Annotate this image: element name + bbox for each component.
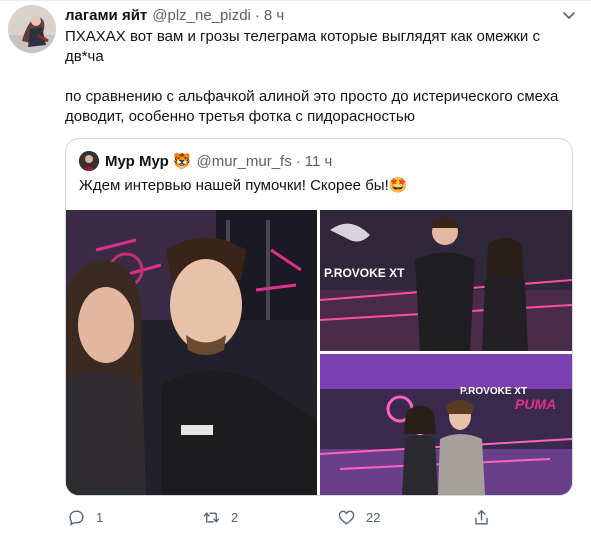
media-photo-2[interactable]: P.ROVOKE XT xyxy=(320,210,572,351)
media-grid: P.ROVOKE XT P.ROVOKE XT PUMA xyxy=(66,210,572,495)
author-name[interactable]: лагами яйт xyxy=(65,7,147,24)
tiger-emoji-icon: 🐯 xyxy=(172,153,192,170)
quoted-tweet-header: Мур Мур 🐯 @mur_mur_fs · 11 ч xyxy=(79,151,332,171)
like-count: 22 xyxy=(366,509,381,525)
media-photo-3[interactable]: P.ROVOKE XT PUMA xyxy=(320,354,572,495)
quoted-tweet-text: Ждем интервью нашей пумочки! Скорее бы!🤩 xyxy=(79,176,407,196)
reply-icon xyxy=(69,509,84,525)
avatar-image xyxy=(8,5,56,53)
tweet-paragraph: ПХАХАХ вот вам и грозы телеграма которые… xyxy=(65,28,545,65)
quoted-author-handle: @mur_mur_fs xyxy=(196,152,292,170)
separator-dot: · xyxy=(295,152,301,170)
author-handle[interactable]: @plz_ne_pizdi xyxy=(152,7,251,24)
like-button[interactable]: 22 xyxy=(337,504,380,530)
share-button[interactable] xyxy=(472,504,491,530)
tweet-text: ПХАХАХ вот вам и грозы телеграма которые… xyxy=(65,27,575,127)
quoted-author-avatar xyxy=(79,151,99,171)
reply-button[interactable]: 1 xyxy=(67,504,103,530)
quoted-author-name: Мур Мур xyxy=(105,152,169,170)
top-divider xyxy=(0,0,591,1)
like-icon xyxy=(338,510,355,525)
quoted-tweet[interactable]: Мур Мур 🐯 @mur_mur_fs · 11 ч Ждем интерв… xyxy=(65,138,573,496)
photo3-sign-right-text: PUMA xyxy=(515,396,556,412)
tweet-paragraph: по сравнению с альфачкой алиной это прос… xyxy=(65,88,563,125)
tweet-header: лагами яйт @plz_ne_pizdi · 8 ч xyxy=(65,5,284,25)
reply-count: 1 xyxy=(96,509,104,525)
quoted-text: Ждем интервью нашей пумочки! Скорее бы! xyxy=(79,177,389,194)
photo2-sign-text: P.ROVOKE XT xyxy=(324,266,405,280)
separator-dot: · xyxy=(254,6,260,24)
author-avatar[interactable] xyxy=(8,5,56,53)
share-icon xyxy=(475,509,488,525)
more-options-icon[interactable] xyxy=(560,6,578,24)
retweet-icon xyxy=(203,511,220,523)
tweet-time[interactable]: 8 ч xyxy=(264,7,284,24)
star-struck-emoji-icon: 🤩 xyxy=(388,177,408,194)
retweet-count: 2 xyxy=(231,509,239,525)
retweet-button[interactable]: 2 xyxy=(202,504,238,530)
quoted-tweet-time: 11 ч xyxy=(304,152,333,170)
media-photo-1[interactable] xyxy=(66,210,317,495)
tweet-actions: 1 2 22 xyxy=(0,504,591,530)
